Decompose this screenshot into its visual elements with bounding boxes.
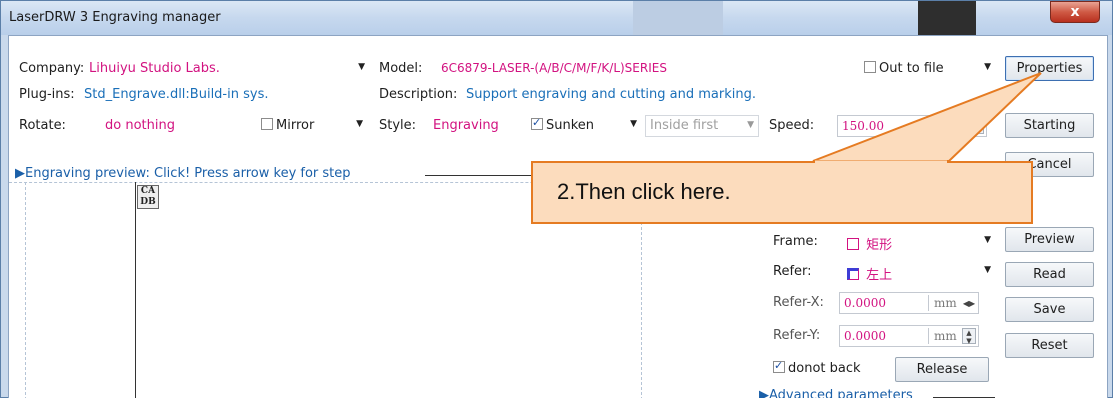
- window-title: LaserDRW 3 Engraving manager: [9, 10, 221, 25]
- close-button[interactable]: x: [1050, 1, 1100, 23]
- refer-y-input[interactable]: 0.0000 mm ▲ ▼: [839, 325, 979, 347]
- refer-y-unit: mm: [934, 329, 957, 343]
- speed-label: Speed:: [769, 118, 815, 133]
- refer-x-unit: mm: [934, 296, 957, 310]
- style-label: Style:: [379, 118, 417, 133]
- titlebar-shade: [633, 1, 723, 35]
- title-bar[interactable]: LaserDRW 3 Engraving manager x: [1, 1, 1112, 35]
- mirror-checkbox[interactable]: [261, 118, 273, 130]
- refer-x-label: Refer-X:: [773, 295, 824, 310]
- frame-value-group: 矩形: [847, 234, 892, 253]
- titlebar-dark-region: [918, 1, 976, 35]
- refer-value: 左上: [866, 268, 893, 283]
- inside-first-value: Inside first: [650, 118, 719, 133]
- chevron-down-icon: ▼: [747, 120, 754, 130]
- advanced-header[interactable]: ▶Advanced parameters: [759, 388, 913, 398]
- refer-label: Refer:: [773, 264, 812, 279]
- company-select[interactable]: Lihuiyu Studio Labs. ▼: [87, 58, 369, 80]
- read-button[interactable]: Read: [1005, 262, 1094, 287]
- rectangle-icon: [847, 238, 859, 250]
- speed-value: 150.00: [842, 119, 884, 133]
- reset-button[interactable]: Reset: [1005, 333, 1094, 358]
- refer-x-value: 0.0000: [844, 296, 886, 310]
- preview-button[interactable]: Preview: [1005, 227, 1094, 252]
- save-button[interactable]: Save: [1005, 297, 1094, 322]
- model-label: Model:: [379, 61, 423, 76]
- refer-select[interactable]: 左上 ▼: [845, 261, 995, 283]
- out-to-file-combo[interactable]: Out to file ▼: [862, 58, 995, 80]
- cadb-icon-line2: DB: [140, 197, 156, 207]
- donot-back-group: donot back: [773, 359, 861, 376]
- out-to-file-checkbox[interactable]: [864, 61, 876, 73]
- instruction-callout: 2.Then click here.: [531, 161, 1033, 224]
- preview-origin-line: [135, 182, 136, 398]
- frame-label: Frame:: [773, 234, 818, 249]
- refer-value-group: 左上: [847, 264, 892, 283]
- out-to-file-label: Out to file: [879, 61, 944, 76]
- refer-x-input[interactable]: 0.0000 mm ◀▶: [839, 292, 979, 314]
- company-label: Company:: [19, 61, 85, 76]
- chevron-down-icon: ▼: [356, 119, 363, 129]
- donot-back-label: donot back: [788, 361, 861, 376]
- rotate-select[interactable]: do nothing: [95, 115, 255, 137]
- refer-y-label: Refer-Y:: [773, 328, 821, 343]
- chevron-down-icon: ▼: [630, 119, 637, 129]
- release-button[interactable]: Release: [895, 357, 989, 382]
- sunken-group: Sunken: [531, 116, 595, 133]
- model-value: 6C6879-LASER-(A/B/C/M/F/K/L)SERIES: [441, 61, 667, 75]
- preview-header-text: Engraving preview: Click! Press arrow ke…: [25, 166, 351, 181]
- preview-header-rule: [425, 175, 545, 176]
- chevron-down-icon: ▼: [358, 62, 365, 72]
- plugins-label: Plug-ins:: [19, 87, 75, 102]
- speed-spinner[interactable]: [970, 118, 984, 134]
- frame-value: 矩形: [866, 238, 893, 253]
- mirror-label: Mirror: [276, 118, 315, 133]
- properties-button[interactable]: Properties: [1005, 56, 1094, 81]
- rotate-value: do nothing: [105, 118, 175, 133]
- preview-header: ▶Engraving preview: Click! Press arrow k…: [15, 166, 351, 181]
- frame-select[interactable]: 矩形 ▼: [845, 231, 995, 253]
- donot-back-checkbox[interactable]: [773, 359, 785, 373]
- chevron-down-icon: ▼: [984, 235, 991, 245]
- company-value: Lihuiyu Studio Labs.: [89, 61, 220, 76]
- left-right-arrows-icon[interactable]: ◀▶: [962, 296, 976, 311]
- mirror-group: Mirror: [261, 118, 314, 133]
- advanced-header-text: Advanced parameters: [769, 388, 913, 398]
- chevron-down-icon: ▼: [984, 62, 991, 72]
- up-down-arrows-icon[interactable]: ▲ ▼: [962, 328, 976, 345]
- refer-y-value: 0.0000: [844, 329, 886, 343]
- description-value: Support engraving and cutting and markin…: [466, 87, 756, 102]
- description-label: Description:: [379, 87, 458, 102]
- engraving-manager-window: LaserDRW 3 Engraving manager x Company: …: [0, 0, 1113, 398]
- preview-margin-left: [25, 182, 26, 398]
- cadb-icon-line1: CA: [140, 186, 156, 196]
- sunken-label: Sunken: [546, 118, 595, 133]
- refer-x-separator: [928, 295, 929, 311]
- sunken-combo[interactable]: Sunken ▼: [529, 115, 641, 137]
- plugins-value: Std_Engrave.dll:Build-in sys.: [84, 87, 269, 102]
- callout-text: 2.Then click here.: [557, 179, 731, 204]
- inside-first-select[interactable]: Inside first ▼: [645, 115, 759, 137]
- style-value: Engraving: [433, 118, 499, 133]
- speed-input[interactable]: 150.00: [837, 115, 987, 137]
- top-left-anchor-icon: [847, 268, 859, 280]
- cadb-icon: CA DB: [137, 185, 159, 209]
- chevron-down-icon: ▼: [984, 265, 991, 275]
- refer-y-separator: [928, 328, 929, 344]
- starting-button[interactable]: Starting: [1005, 113, 1094, 138]
- rotate-label: Rotate:: [19, 118, 66, 133]
- mirror-combo[interactable]: Mirror ▼: [259, 115, 367, 137]
- out-to-file-group: Out to file: [864, 61, 944, 76]
- sunken-checkbox[interactable]: [531, 116, 543, 130]
- close-icon: x: [1070, 4, 1080, 20]
